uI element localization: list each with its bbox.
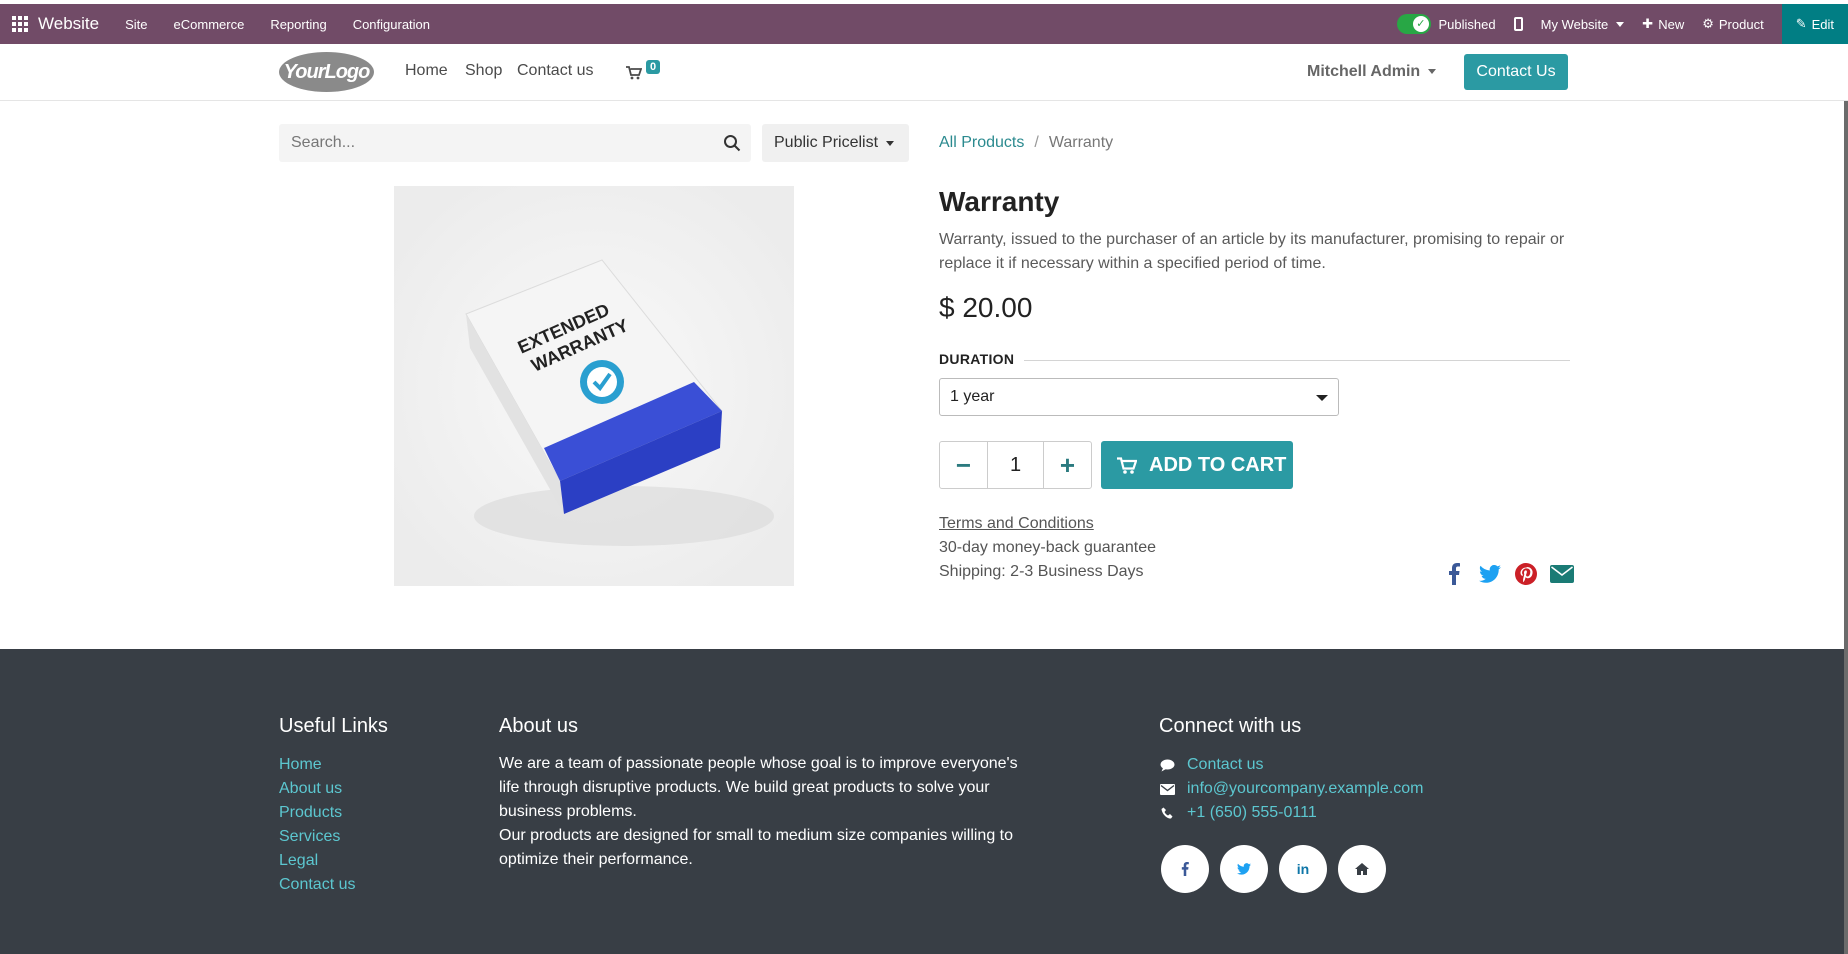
nav-contact-us[interactable]: Contact us (517, 62, 593, 80)
minus-button[interactable]: − (939, 441, 988, 489)
apps-menu-icon[interactable] (10, 14, 30, 34)
gear-icon: ⚙ (1702, 16, 1714, 31)
breadcrumb-separator: / (1034, 134, 1039, 151)
my-website-label: My Website (1540, 16, 1609, 32)
plus-icon: ✚ (1642, 16, 1654, 31)
product-title: Warranty (939, 186, 1060, 217)
edit-label: Edit (1811, 16, 1834, 32)
cart-icon (626, 66, 642, 80)
pricelist-label: Public Pricelist (774, 134, 879, 151)
footer-link-home[interactable]: Home (279, 756, 322, 774)
pricelist-dropdown[interactable]: Public Pricelist (762, 124, 909, 162)
envelope-icon (1159, 781, 1175, 797)
cart-icon (1117, 456, 1137, 474)
admin-navbar: Website Site eCommerce Reporting Configu… (0, 4, 1848, 44)
footer-link-about-us[interactable]: About us (279, 780, 342, 798)
add-to-cart-label: ADD TO CART (1149, 453, 1287, 476)
user-menu[interactable]: Mitchell Admin (1307, 63, 1437, 81)
new-label: New (1658, 16, 1685, 32)
footer-about-text-1: We are a team of passionate people whose… (499, 755, 1018, 820)
footer-useful-links-title: Useful Links (279, 715, 388, 737)
footer-contact-link[interactable]: Contact us (1187, 756, 1263, 774)
site-logo[interactable]: YourLogo (279, 52, 374, 92)
edit-button[interactable]: ✎ Edit (1781, 4, 1848, 44)
product-price: $ 20.00 (939, 292, 1033, 323)
check-icon: ✓ (1416, 18, 1426, 30)
warranty-box-image: EXTENDED WARRANTY (394, 186, 794, 586)
product-search (279, 124, 751, 162)
footer-email-link[interactable]: info@yourcompany.example.com (1187, 780, 1424, 798)
product-button[interactable]: ⚙ Product (1702, 16, 1763, 32)
comment-icon (1159, 757, 1175, 773)
footer-email-row[interactable]: info@yourcompany.example.com (1159, 780, 1424, 798)
footer-about-title: About us (499, 715, 578, 737)
my-website-dropdown[interactable]: My Website (1541, 17, 1625, 32)
plus-button[interactable]: + (1043, 441, 1092, 489)
menu-configuration[interactable]: Configuration (353, 17, 430, 32)
breadcrumb-current: Warranty (1048, 134, 1114, 151)
footer-phone-row[interactable]: +1 (650) 555-0111 (1159, 804, 1317, 822)
new-button[interactable]: ✚ New (1642, 16, 1684, 32)
cart-link[interactable]: 0 (626, 60, 666, 86)
footer-phone-link[interactable]: +1 (650) 555-0111 (1187, 804, 1317, 822)
product-label: Product (1718, 16, 1764, 32)
app-brand[interactable]: Website (38, 14, 99, 34)
menu-reporting[interactable]: Reporting (270, 17, 326, 32)
caret-down-icon (1316, 395, 1328, 401)
pinterest-icon[interactable] (1513, 561, 1539, 587)
published-label[interactable]: Published (1439, 17, 1496, 32)
nav-home[interactable]: Home (405, 62, 448, 80)
footer-linkedin-icon[interactable]: in (1279, 845, 1327, 893)
chevron-down-icon (1616, 21, 1625, 27)
email-share-icon[interactable] (1549, 561, 1575, 587)
footer-facebook-icon[interactable] (1161, 845, 1209, 893)
duration-value: 1 year (950, 388, 995, 405)
site-header: YourLogo Home Shop Contact us 0 Mitchell… (0, 44, 1848, 101)
chevron-down-icon (886, 140, 895, 146)
divider (1024, 360, 1570, 361)
footer-about-text-2: Our products are designed for small to m… (499, 827, 1014, 868)
user-name: Mitchell Admin (1307, 63, 1421, 80)
share-links (1441, 561, 1575, 587)
chevron-down-icon (1428, 69, 1437, 75)
pencil-icon: ✎ (1795, 16, 1807, 31)
footer-home-icon[interactable] (1338, 845, 1386, 893)
menu-ecommerce[interactable]: eCommerce (174, 17, 245, 32)
page-scrollbar[interactable] (1844, 101, 1848, 954)
twitter-icon[interactable] (1477, 561, 1503, 587)
quantity-stepper: − 1 + (939, 441, 1092, 489)
product-description: Warranty, issued to the purchaser of an … (939, 231, 1565, 272)
add-to-cart-button[interactable]: ADD TO CART (1101, 441, 1293, 489)
footer-connect-title: Connect with us (1159, 715, 1302, 737)
shipping-text: Shipping: 2-3 Business Days (939, 563, 1144, 580)
breadcrumb: All Products / Warranty (939, 134, 1113, 152)
terms-link[interactable]: Terms and Conditions (939, 515, 1094, 533)
nav-shop[interactable]: Shop (465, 62, 502, 80)
duration-select[interactable]: 1 year (939, 378, 1339, 416)
footer-twitter-icon[interactable] (1220, 845, 1268, 893)
published-toggle[interactable]: ✓ (1396, 14, 1431, 34)
plus-icon: + (1059, 449, 1076, 480)
quantity-input[interactable]: 1 (988, 441, 1043, 489)
search-icon[interactable] (723, 134, 741, 157)
cart-count-badge: 0 (646, 60, 661, 74)
product-image[interactable]: EXTENDED WARRANTY (394, 186, 794, 586)
footer-link-products[interactable]: Products (279, 804, 342, 822)
search-input[interactable] (279, 124, 699, 162)
footer-link-services[interactable]: Services (279, 828, 340, 846)
mobile-preview-icon[interactable] (1513, 17, 1523, 31)
duration-label: DURATION (939, 351, 1015, 367)
site-footer: Useful Links Home About us Products Serv… (0, 649, 1848, 954)
menu-site[interactable]: Site (125, 17, 147, 32)
breadcrumb-all-products[interactable]: All Products (939, 134, 1024, 151)
guarantee-text: 30-day money-back guarantee (939, 539, 1157, 556)
contact-us-button[interactable]: Contact Us (1464, 54, 1568, 90)
facebook-icon[interactable] (1441, 561, 1467, 587)
footer-link-legal[interactable]: Legal (279, 852, 318, 870)
phone-icon (1159, 805, 1175, 821)
footer-contact-row[interactable]: Contact us (1159, 756, 1263, 774)
footer-link-contact-us[interactable]: Contact us (279, 876, 355, 894)
minus-icon: − (955, 449, 972, 480)
